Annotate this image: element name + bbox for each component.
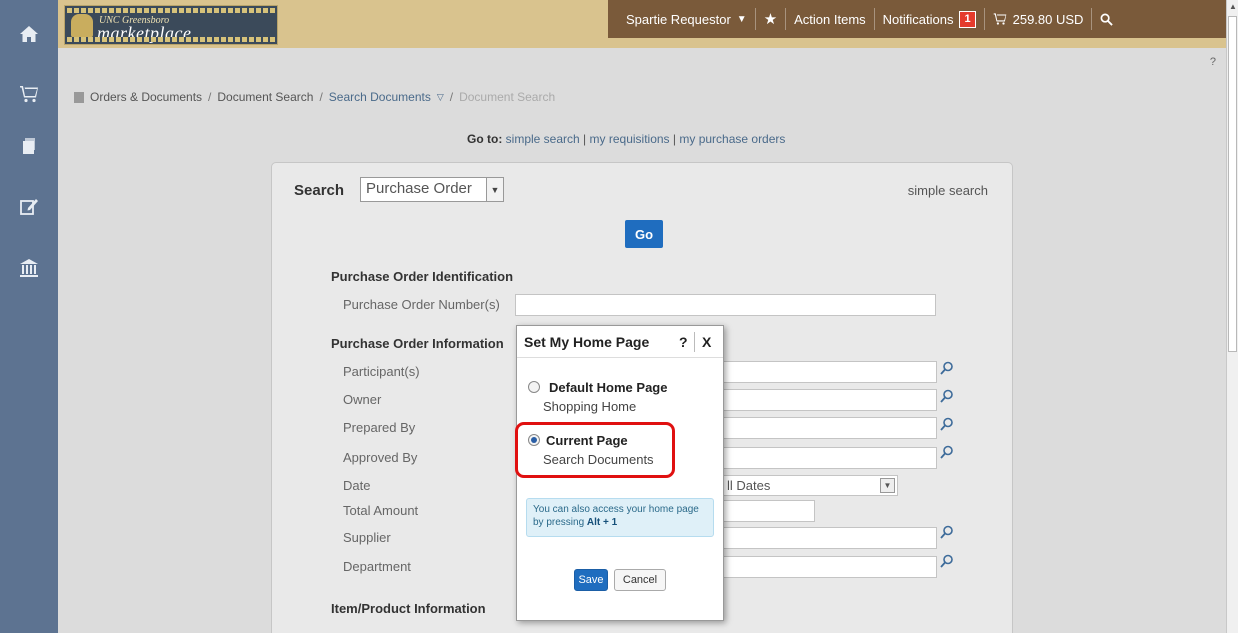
- breadcrumb-current: Document Search: [459, 90, 556, 104]
- home-page-shortcut-info: You can also access your home page by pr…: [526, 498, 714, 537]
- search-icon: [940, 361, 953, 375]
- approved-by-lookup[interactable]: [940, 445, 954, 459]
- save-button[interactable]: Save: [574, 569, 608, 591]
- owner-input[interactable]: [722, 389, 937, 411]
- search-icon: [940, 525, 953, 539]
- top-navigation: Spartie Requestor ▼ ★ Action Items Notif…: [608, 0, 1226, 38]
- approved-by-input[interactable]: [722, 447, 937, 469]
- shop-button[interactable]: [0, 74, 58, 114]
- breadcrumb: Orders & Documents / Document Search / S…: [74, 90, 555, 104]
- edit-icon: [20, 199, 38, 215]
- prepared-by-lookup[interactable]: [940, 417, 954, 431]
- document-type-select[interactable]: Purchase Order ▼: [360, 177, 504, 202]
- supplier-input[interactable]: [722, 527, 937, 549]
- vertical-scrollbar[interactable]: ▲: [1226, 0, 1238, 633]
- search-icon: [940, 389, 953, 403]
- home-button[interactable]: [0, 14, 58, 54]
- breadcrumb-search-documents[interactable]: Search Documents: [329, 90, 431, 104]
- owner-lookup[interactable]: [940, 389, 954, 403]
- dropdown-arrow-icon[interactable]: ▼: [880, 478, 895, 493]
- label-participants: Participant(s): [343, 364, 420, 379]
- dialog-help-button[interactable]: ?: [679, 334, 688, 350]
- radio-default-home-page[interactable]: [528, 381, 540, 393]
- label-approved-by: Approved By: [343, 450, 418, 465]
- bank-icon: [20, 259, 38, 277]
- dialog-title: Set My Home Page: [524, 333, 650, 350]
- caret-down-icon: ▼: [736, 13, 747, 25]
- highlight-annotation: [515, 422, 675, 478]
- cancel-button[interactable]: Cancel: [614, 569, 666, 591]
- document-icon: [74, 91, 84, 103]
- breadcrumb-orders-documents[interactable]: Orders & Documents: [90, 90, 202, 104]
- department-lookup[interactable]: [940, 554, 954, 568]
- documents-button[interactable]: [0, 126, 58, 166]
- user-menu[interactable]: Spartie Requestor ▼: [608, 8, 755, 30]
- prepared-by-input[interactable]: [722, 417, 937, 439]
- search-label: Search: [294, 182, 345, 199]
- label-total-amount: Total Amount: [343, 503, 419, 518]
- dropdown-arrow-icon[interactable]: ▼: [486, 178, 503, 201]
- dialog-close-button[interactable]: X: [702, 334, 711, 350]
- chevron-down-icon[interactable]: ▽: [437, 92, 444, 103]
- dialog-header: Set My Home Page ? X: [517, 326, 723, 358]
- breadcrumb-document-search[interactable]: Document Search: [217, 90, 313, 104]
- scrollbar-thumb[interactable]: [1228, 16, 1237, 352]
- documents-icon: [23, 138, 35, 154]
- section-po-identification: Purchase Order Identification: [331, 269, 514, 284]
- goto-my-purchase-orders[interactable]: my purchase orders: [679, 132, 785, 146]
- favorites-button[interactable]: ★: [754, 8, 785, 30]
- cart-icon: [993, 13, 1006, 25]
- goto-my-requisitions[interactable]: my requisitions: [590, 132, 670, 146]
- goto-links: Go to: simple search | my requisitions |…: [467, 132, 786, 146]
- star-icon: ★: [763, 11, 778, 28]
- notification-badge: 1: [959, 10, 976, 28]
- search-icon: [940, 554, 953, 568]
- label-po-number: Purchase Order Number(s): [343, 297, 500, 312]
- search-icon: [1100, 13, 1114, 26]
- go-button[interactable]: Go: [625, 220, 663, 248]
- department-input[interactable]: [722, 556, 937, 578]
- label-owner: Owner: [343, 392, 382, 407]
- search-button[interactable]: [1091, 8, 1121, 30]
- search-icon: [940, 417, 953, 431]
- label-department: Department: [343, 559, 411, 574]
- help-link[interactable]: ?: [1210, 56, 1216, 68]
- organization-button[interactable]: [0, 248, 58, 288]
- participants-lookup[interactable]: [940, 361, 954, 375]
- goto-simple-search[interactable]: simple search: [506, 132, 580, 146]
- search-icon: [940, 445, 953, 459]
- label-supplier: Supplier: [343, 530, 391, 545]
- notifications-link[interactable]: Notifications 1: [873, 8, 984, 30]
- scroll-up-icon[interactable]: ▲: [1229, 2, 1237, 11]
- date-range-select[interactable]: ll Dates ▼: [722, 475, 898, 496]
- supplier-lookup[interactable]: [940, 525, 954, 539]
- cart-icon: [20, 86, 38, 103]
- spartan-head-icon: [71, 14, 93, 38]
- user-name: Spartie Requestor: [626, 11, 731, 27]
- cart-total: 259.80 USD: [1012, 11, 1084, 27]
- simple-search-link[interactable]: simple search: [908, 183, 988, 198]
- cart-link[interactable]: 259.80 USD: [983, 8, 1092, 30]
- top-bar: UNC Greensboro marketplace Spartie Reque…: [58, 0, 1226, 68]
- home-icon: [20, 26, 38, 42]
- section-item-information: Item/Product Information: [331, 601, 486, 616]
- label-prepared-by: Prepared By: [343, 420, 416, 435]
- section-po-information: Purchase Order Information: [331, 336, 504, 351]
- marketplace-logo[interactable]: UNC Greensboro marketplace: [64, 5, 278, 45]
- po-number-input[interactable]: [515, 294, 936, 316]
- left-rail: [0, 0, 58, 633]
- participants-input[interactable]: [722, 361, 937, 383]
- label-date: Date: [343, 478, 371, 493]
- edit-button[interactable]: [0, 186, 58, 226]
- total-amount-input[interactable]: [722, 500, 815, 522]
- action-items-link[interactable]: Action Items: [785, 8, 874, 30]
